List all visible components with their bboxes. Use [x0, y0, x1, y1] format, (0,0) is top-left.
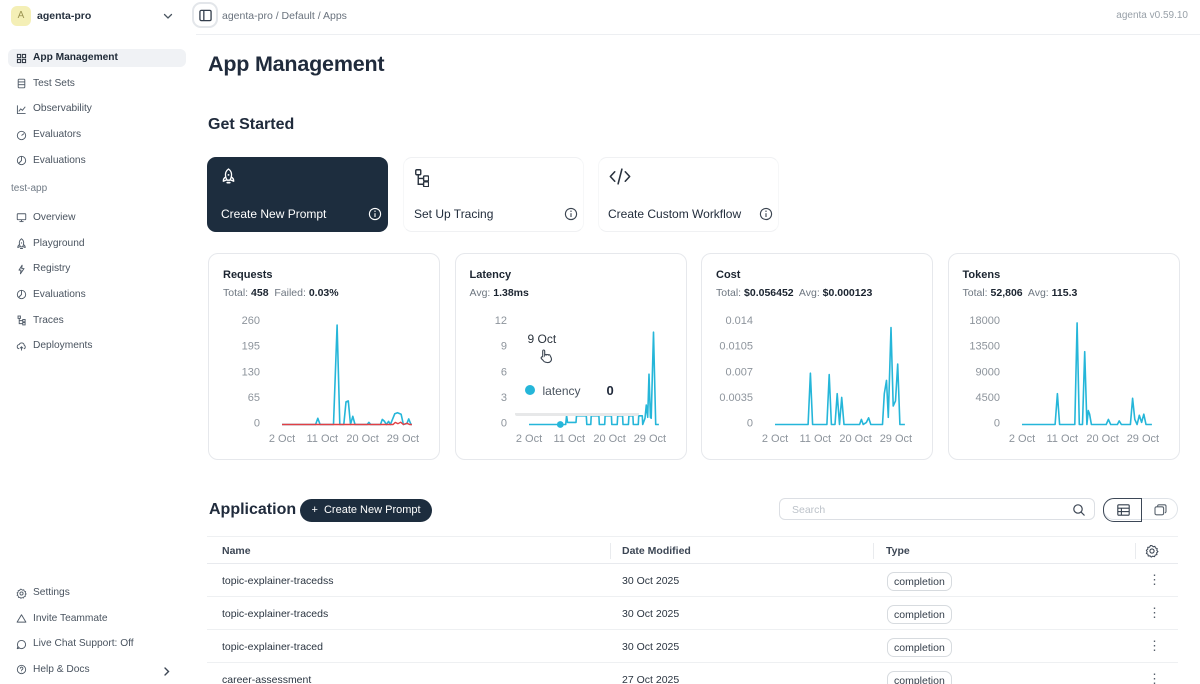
svg-text:9000: 9000	[975, 366, 999, 378]
svg-text:29 Oct: 29 Oct	[1126, 433, 1158, 445]
svg-text:12: 12	[494, 315, 506, 327]
svg-text:11 Oct: 11 Oct	[800, 433, 832, 445]
svg-text:2 Oct: 2 Oct	[515, 433, 541, 445]
svg-text:11 Oct: 11 Oct	[553, 433, 585, 445]
svg-text:130: 130	[242, 366, 260, 378]
svg-text:0: 0	[500, 418, 506, 430]
svg-text:11 Oct: 11 Oct	[307, 433, 339, 445]
svg-text:13500: 13500	[969, 341, 1000, 353]
svg-text:2 Oct: 2 Oct	[1008, 433, 1034, 445]
svg-text:4500: 4500	[975, 392, 999, 404]
svg-text:11 Oct: 11 Oct	[1046, 433, 1078, 445]
svg-text:0: 0	[747, 418, 753, 430]
svg-text:3: 3	[500, 392, 506, 404]
svg-text:0.0035: 0.0035	[719, 392, 753, 404]
svg-text:0.0105: 0.0105	[719, 341, 753, 353]
svg-text:2 Oct: 2 Oct	[269, 433, 295, 445]
svg-text:0.007: 0.007	[725, 366, 753, 378]
svg-text:2 Oct: 2 Oct	[762, 433, 788, 445]
svg-text:29 Oct: 29 Oct	[880, 433, 912, 445]
svg-text:6: 6	[500, 366, 506, 378]
svg-text:20 Oct: 20 Oct	[593, 433, 625, 445]
svg-text:0: 0	[993, 418, 999, 430]
svg-text:20 Oct: 20 Oct	[839, 433, 871, 445]
svg-text:18000: 18000	[969, 315, 1000, 327]
svg-text:195: 195	[242, 341, 260, 353]
svg-text:65: 65	[248, 392, 260, 404]
svg-text:20 Oct: 20 Oct	[346, 433, 378, 445]
svg-text:9: 9	[500, 341, 506, 353]
svg-text:20 Oct: 20 Oct	[1086, 433, 1118, 445]
svg-text:0: 0	[254, 418, 260, 430]
svg-text:29 Oct: 29 Oct	[387, 433, 419, 445]
svg-text:0.014: 0.014	[725, 315, 753, 327]
svg-text:260: 260	[242, 315, 260, 327]
svg-text:29 Oct: 29 Oct	[633, 433, 665, 445]
